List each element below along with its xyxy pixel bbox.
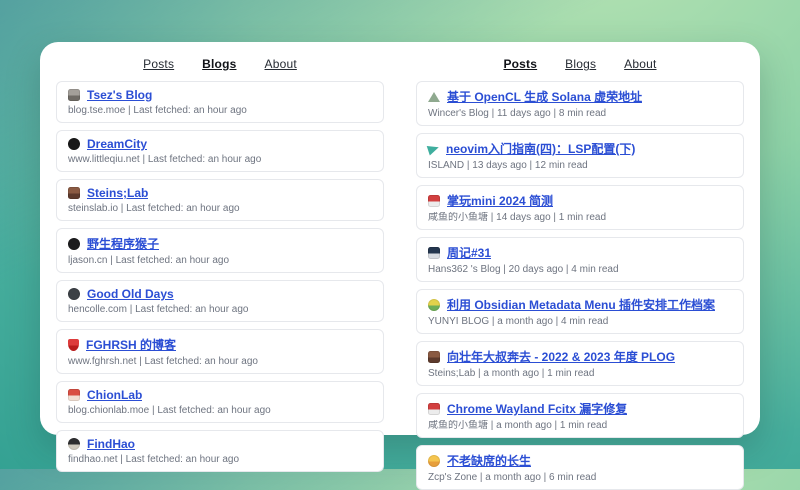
steinslab-favicon — [428, 351, 440, 363]
tsez-blog-favicon — [68, 89, 80, 101]
item-title-link[interactable]: 掌玩mini 2024 简测 — [447, 192, 553, 209]
list-item: 利用 Obsidian Metadata Menu 插件安排工作档案 YUNYI… — [416, 289, 744, 334]
item-title-link[interactable]: 利用 Obsidian Metadata Menu 插件安排工作档案 — [447, 296, 715, 313]
tab-blogs[interactable]: Blogs — [565, 57, 596, 71]
two-column-layout: Posts Blogs About Tsez's Blog blog.tse.m… — [56, 54, 744, 425]
item-title-link[interactable]: FindHao — [87, 437, 135, 451]
wincer-triangle-favicon — [428, 92, 440, 102]
item-title-link[interactable]: 野生程序猴子 — [87, 235, 159, 252]
feed-reader-window: Posts Blogs About Tsez's Blog blog.tse.m… — [40, 42, 760, 435]
dreamcity-favicon — [68, 138, 80, 150]
item-title-link[interactable]: Tsez's Blog — [87, 88, 152, 102]
list-item: FGHRSH 的博客 www.fghrsh.net | Last fetched… — [56, 329, 384, 374]
item-meta: blog.chionlab.moe | Last fetched: an hou… — [68, 405, 372, 416]
item-meta: findhao.net | Last fetched: an hour ago — [68, 454, 372, 465]
list-item: Chrome Wayland Fcitx 漏字修复 咸鱼的小鱼塘 | a mon… — [416, 393, 744, 438]
item-meta: www.fghrsh.net | Last fetched: an hour a… — [68, 356, 372, 367]
item-title-link[interactable]: Chrome Wayland Fcitx 漏字修复 — [447, 400, 627, 417]
item-meta: 咸鱼的小鱼塘 | 14 days ago | 1 min read — [428, 212, 732, 223]
item-title-link[interactable]: 周记#31 — [447, 244, 491, 261]
tab-about[interactable]: About — [265, 57, 297, 71]
item-meta: Wincer's Blog | 11 days ago | 8 min read — [428, 108, 732, 119]
list-item: 不老缺席的长生 Zcp's Zone | a month ago | 6 min… — [416, 445, 744, 490]
list-item: Steins;Lab steinslab.io | Last fetched: … — [56, 179, 384, 221]
item-meta: Steins;Lab | a month ago | 1 min read — [428, 368, 732, 379]
list-item: 基于 OpenCL 生成 Solana 虚荣地址 Wincer's Blog |… — [416, 81, 744, 126]
zcp-moon-favicon — [428, 455, 440, 467]
item-title-link[interactable]: Steins;Lab — [87, 186, 148, 200]
item-meta: blog.tse.moe | Last fetched: an hour ago — [68, 105, 372, 116]
item-title-link[interactable]: 不老缺席的长生 — [447, 452, 531, 469]
blogs-column: Posts Blogs About Tsez's Blog blog.tse.m… — [56, 54, 384, 425]
tab-about[interactable]: About — [624, 57, 656, 71]
item-title-link[interactable]: 向壮年大叔奔去 - 2022 & 2023 年度 PLOG — [447, 348, 675, 365]
item-title-link[interactable]: DreamCity — [87, 137, 147, 151]
xianyu-pond-favicon — [428, 403, 440, 415]
list-item: DreamCity www.littleqiu.net | Last fetch… — [56, 130, 384, 172]
list-item: Tsez's Blog blog.tse.moe | Last fetched:… — [56, 81, 384, 123]
list-item: Good Old Days hencolle.com | Last fetche… — [56, 280, 384, 322]
item-meta: hencolle.com | Last fetched: an hour ago — [68, 304, 372, 315]
list-item: 野生程序猴子 ljason.cn | Last fetched: an hour… — [56, 228, 384, 273]
item-title-link[interactable]: ChionLab — [87, 388, 142, 402]
xianyu-pond-favicon — [428, 195, 440, 207]
list-item: 掌玩mini 2024 简测 咸鱼的小鱼塘 | 14 days ago | 1 … — [416, 185, 744, 230]
list-item: 周记#31 Hans362 's Blog | 20 days ago | 4 … — [416, 237, 744, 282]
blogs-column-nav: Posts Blogs About — [56, 57, 384, 71]
item-meta: ISLAND | 13 days ago | 12 min read — [428, 160, 732, 171]
tab-posts[interactable]: Posts — [503, 57, 537, 71]
ljason-favicon — [68, 238, 80, 250]
item-title-link[interactable]: neovim入门指南(四)：LSP配置(下) — [446, 140, 635, 157]
good-old-days-globe-favicon — [68, 288, 80, 300]
fghrsh-shield-favicon — [68, 339, 79, 351]
list-item: 向壮年大叔奔去 - 2022 & 2023 年度 PLOG Steins;Lab… — [416, 341, 744, 386]
tab-blogs[interactable]: Blogs — [202, 57, 236, 71]
list-item: ChionLab blog.chionlab.moe | Last fetche… — [56, 381, 384, 423]
item-meta: Zcp's Zone | a month ago | 6 min read — [428, 472, 732, 483]
item-meta: 咸鱼的小鱼塘 | a month ago | 1 min read — [428, 420, 732, 431]
blog-list: Tsez's Blog blog.tse.moe | Last fetched:… — [56, 81, 384, 472]
post-list: 基于 OpenCL 生成 Solana 虚荣地址 Wincer's Blog |… — [416, 81, 744, 490]
findhao-avatar-favicon — [68, 438, 80, 450]
island-paper-plane-favicon — [427, 142, 441, 155]
hans362-laptop-favicon — [428, 247, 440, 259]
posts-column-nav: Posts Blogs About — [416, 57, 744, 71]
chionlab-avatar-favicon — [68, 389, 80, 401]
item-meta: ljason.cn | Last fetched: an hour ago — [68, 255, 372, 266]
item-title-link[interactable]: FGHRSH 的博客 — [86, 336, 176, 353]
item-meta: www.littleqiu.net | Last fetched: an hou… — [68, 154, 372, 165]
list-item: FindHao findhao.net | Last fetched: an h… — [56, 430, 384, 472]
tab-posts[interactable]: Posts — [143, 57, 174, 71]
posts-column: Posts Blogs About 基于 OpenCL 生成 Solana 虚荣… — [416, 54, 744, 425]
list-item: neovim入门指南(四)：LSP配置(下) ISLAND | 13 days … — [416, 133, 744, 178]
item-meta: Hans362 's Blog | 20 days ago | 4 min re… — [428, 264, 732, 275]
steinslab-favicon — [68, 187, 80, 199]
item-meta: steinslab.io | Last fetched: an hour ago — [68, 203, 372, 214]
item-title-link[interactable]: 基于 OpenCL 生成 Solana 虚荣地址 — [447, 88, 642, 105]
yunyi-circle-favicon — [428, 299, 440, 311]
item-meta: YUNYI BLOG | a month ago | 4 min read — [428, 316, 732, 327]
item-title-link[interactable]: Good Old Days — [87, 287, 174, 301]
